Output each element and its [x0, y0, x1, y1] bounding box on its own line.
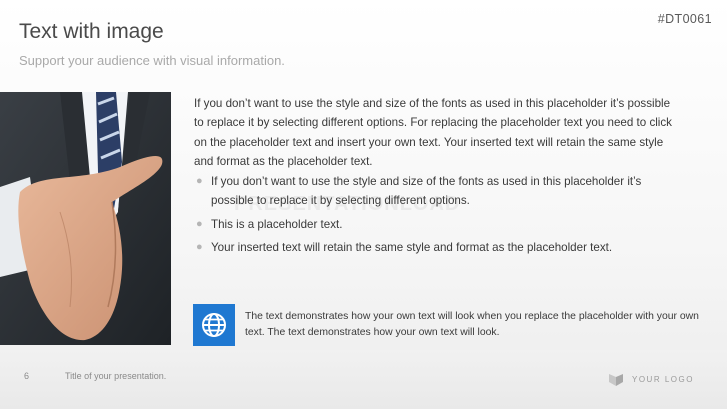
- bullet-dot-icon: ●: [196, 217, 203, 230]
- page-number: 6: [24, 371, 30, 381]
- bullet-item: ● If you don’t want to use the style and…: [194, 172, 672, 211]
- bullet-dot-icon: ●: [196, 241, 203, 254]
- slide-subtitle: Support your audience with visual inform…: [19, 53, 285, 68]
- bullet-dot-icon: ●: [196, 175, 203, 187]
- bullet-item: ● This is a placeholder text.: [194, 215, 672, 234]
- handshake-photo: [0, 92, 171, 345]
- bullet-text: If you don’t want to use the style and s…: [211, 175, 642, 208]
- logo-mark-icon: [609, 374, 623, 386]
- slide-title: Text with image: [19, 20, 164, 43]
- info-box-text: The text demonstrates how your own text …: [245, 311, 699, 338]
- logo: YOUR LOGO: [608, 371, 694, 387]
- logo-text: YOUR LOGO: [632, 374, 694, 384]
- intro-paragraph: If you don’t want to use the style and s…: [194, 97, 672, 169]
- slide: Text with image Support your audience wi…: [0, 0, 727, 409]
- slide-id-tag: #DT0061: [657, 12, 712, 26]
- bullet-list: ● If you don’t want to use the style and…: [194, 172, 672, 258]
- presentation-title: Title of your presentation.: [65, 371, 167, 381]
- bullet-item: ● Your inserted text will retain the sam…: [194, 238, 672, 257]
- globe-icon: [193, 304, 235, 346]
- bullet-text: Your inserted text will retain the same …: [211, 241, 613, 255]
- bullet-text: This is a placeholder text.: [211, 217, 343, 231]
